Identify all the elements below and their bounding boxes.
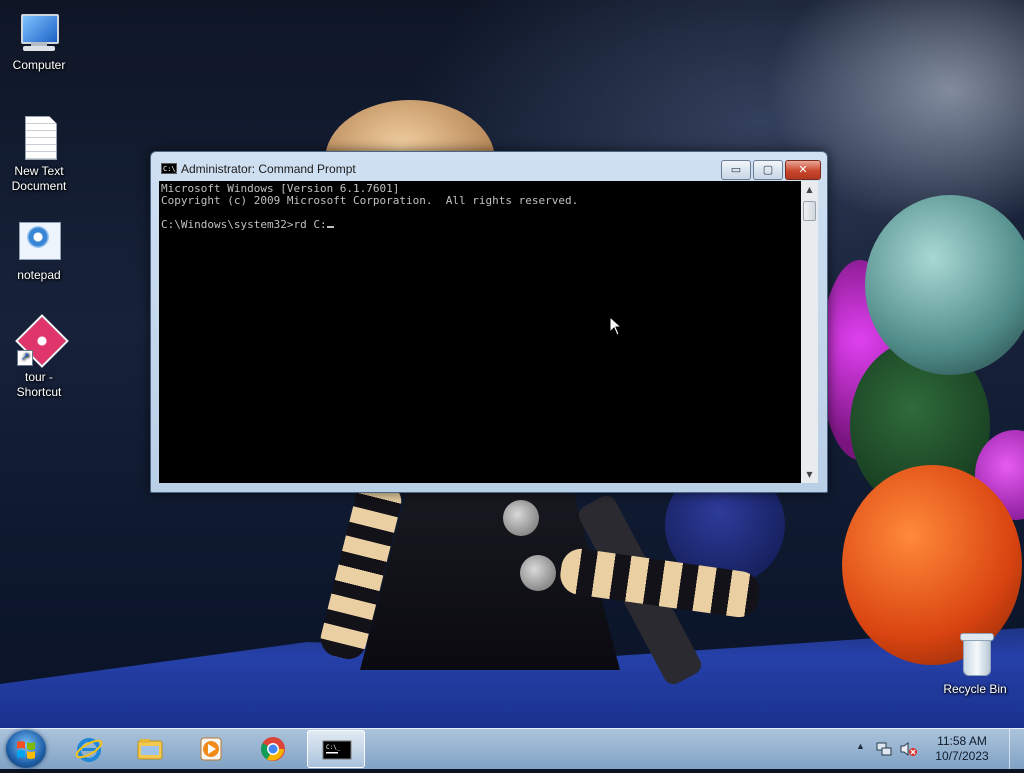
volume-muted-icon[interactable]: [900, 741, 918, 757]
desktop-icon-label: notepad: [17, 268, 61, 282]
text-cursor: [326, 226, 334, 228]
media-player-icon: [200, 737, 222, 761]
scrollbar-thumb[interactable]: [803, 201, 816, 221]
console-text[interactable]: Microsoft Windows [Version 6.1.7601] Cop…: [161, 183, 799, 479]
taskbar-chrome[interactable]: [244, 730, 302, 768]
taskbar: C:\_ ▲ 11:58 AM 10/7/2023: [0, 728, 1024, 769]
taskbar-command-prompt[interactable]: C:\_: [307, 730, 365, 768]
console-line: Copyright (c) 2009 Microsoft Corporation…: [161, 194, 579, 207]
console-area[interactable]: Microsoft Windows [Version 6.1.7601] Cop…: [159, 181, 818, 483]
maximize-button[interactable]: ▢: [753, 160, 783, 180]
text-document-icon: [15, 114, 63, 162]
desktop-icon-label: Computer: [12, 58, 66, 72]
wallpaper-figure-button: [503, 500, 539, 536]
folder-icon: [137, 739, 163, 760]
clock-date: 10/7/2023: [935, 749, 989, 763]
scroll-down-arrow-icon[interactable]: ▼: [801, 466, 818, 483]
svg-text:C:\_: C:\_: [326, 744, 341, 751]
command-prompt-window[interactable]: C:\_ Administrator: Command Prompt ▭ ▢ ✕…: [150, 151, 828, 493]
desktop-icon-new-text-document[interactable]: New Text Document: [1, 114, 77, 194]
clock[interactable]: 11:58 AM 10/7/2023: [930, 734, 994, 764]
clock-time: 11:58 AM: [937, 734, 987, 748]
taskbar-internet-explorer[interactable]: [60, 730, 118, 768]
show-hidden-icons-chevron-icon[interactable]: ▲: [856, 741, 865, 751]
cmd-icon[interactable]: C:\_: [161, 163, 180, 174]
desktop-icon-label: tour - Shortcut: [16, 370, 62, 399]
show-desktop-button[interactable]: [1009, 729, 1024, 769]
chrome-icon: [260, 737, 285, 761]
taskbar-file-explorer[interactable]: [121, 730, 179, 768]
desktop-icon-notepad[interactable]: notepad: [1, 218, 77, 283]
recycle-bin-icon: [951, 632, 999, 680]
window-titlebar[interactable]: C:\_ Administrator: Command Prompt ▭ ▢ ✕: [151, 152, 827, 180]
wallpaper-balloon-cyan: [865, 195, 1024, 375]
minimize-button[interactable]: ▭: [721, 160, 751, 180]
ie-icon: [75, 738, 103, 762]
start-button[interactable]: [6, 730, 46, 768]
computer-icon: [15, 8, 63, 56]
cmd-icon: C:\_: [322, 740, 352, 760]
taskbar-media-player[interactable]: [182, 730, 240, 768]
windows-logo-icon: [17, 741, 35, 759]
desktop-icon-computer[interactable]: Computer: [1, 8, 77, 73]
shortcut-arrow-icon: ↗: [17, 350, 33, 366]
close-button[interactable]: ✕: [785, 160, 821, 180]
console-prompt-line: C:\Windows\system32>rd C:: [161, 218, 327, 231]
notepad-icon: [15, 218, 63, 266]
wallpaper-figure-button: [520, 555, 556, 591]
desktop-icon-label: Recycle Bin: [943, 682, 1007, 696]
scroll-up-arrow-icon[interactable]: ▲: [801, 181, 818, 198]
mouse-pointer-icon: [609, 316, 623, 336]
tour-shortcut-icon: ↗: [15, 314, 69, 368]
system-tray: ▲ 11:58 AM 10/7/2023: [854, 729, 1024, 769]
window-title: Administrator: Command Prompt: [181, 162, 356, 176]
desktop-icon-recycle-bin[interactable]: Recycle Bin: [937, 632, 1013, 697]
vertical-scrollbar[interactable]: ▲ ▼: [801, 181, 818, 483]
desktop-icon-tour-shortcut[interactable]: ↗ tour - Shortcut: [1, 314, 77, 400]
network-icon[interactable]: [876, 741, 892, 757]
desktop-icon-label: New Text Document: [11, 164, 67, 193]
